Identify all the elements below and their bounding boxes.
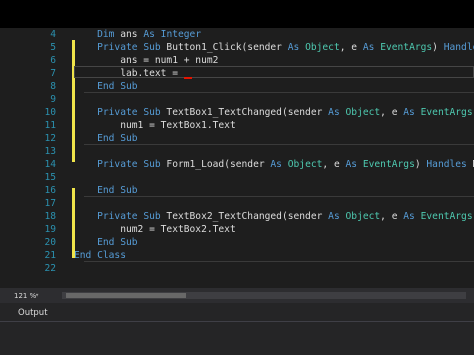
line-number: 10	[44, 107, 56, 118]
code-token: , e	[322, 159, 346, 170]
code-text[interactable]: Private Sub TextBox2_TextChanged(sender …	[74, 210, 474, 223]
line-number: 4	[50, 29, 56, 40]
type-token: EventArgs	[420, 211, 473, 222]
code-text[interactable]: num2 = TextBox2.Text	[74, 223, 236, 236]
type-token: EventArgs	[362, 159, 415, 170]
line-number: 17	[44, 198, 56, 209]
keyword-token: As	[328, 211, 340, 222]
code-text[interactable]: num1 = TextBox1.Text	[74, 119, 236, 132]
code-token: , e	[339, 42, 363, 53]
keyword-token: As	[287, 42, 300, 53]
keyword-token: Dim	[97, 29, 115, 40]
keyword-token: End Sub	[97, 185, 138, 196]
type-token: Object	[305, 42, 340, 53]
type-token: Object	[345, 211, 381, 222]
line-number: 20	[44, 237, 56, 248]
code-line[interactable]: 15	[0, 171, 474, 184]
line-number: 7	[50, 68, 56, 79]
zoom-level[interactable]: 121 %	[14, 292, 36, 300]
line-number: 8	[50, 81, 56, 92]
code-token: ans	[114, 29, 144, 40]
code-token: )	[432, 42, 444, 53]
keyword-token: Handles	[443, 42, 474, 53]
keyword-token: Private Sub	[97, 42, 161, 53]
code-token: MyBa	[467, 159, 474, 170]
current-line-highlight	[74, 66, 474, 78]
code-text[interactable]: Private Sub Button1_Click(sender As Obje…	[74, 41, 474, 54]
output-divider	[0, 321, 474, 322]
line-number: 5	[50, 42, 56, 53]
code-token: num2 = TextBox2.Text	[74, 224, 236, 235]
line-number: 14	[44, 159, 56, 170]
line-number: 16	[44, 185, 56, 196]
output-panel-title[interactable]: Output	[18, 308, 48, 318]
chevron-down-icon[interactable]: ▾	[35, 291, 39, 299]
type-token: EventArgs	[380, 42, 433, 53]
code-editor[interactable]: 4 Dim ans As Integer 5 Private Sub Button…	[0, 28, 474, 288]
code-text[interactable]: Private Sub TextBox1_TextChanged(sender …	[74, 106, 474, 119]
keyword-token: As	[403, 211, 415, 222]
code-text[interactable]: Dim ans As Integer	[74, 28, 201, 41]
keyword-token: End Sub	[97, 237, 138, 248]
keyword-token: As	[143, 29, 155, 40]
change-marker-bar	[72, 92, 75, 162]
line-number: 12	[44, 133, 56, 144]
code-token: , e	[380, 211, 404, 222]
line-number: 15	[44, 172, 56, 183]
code-token: TextBox2_TextChanged(sender	[160, 211, 329, 222]
line-number: 11	[44, 120, 56, 131]
keyword-token: Handles	[426, 159, 467, 170]
line-number: 9	[50, 94, 56, 105]
scrollbar-thumb[interactable]	[66, 293, 186, 298]
keyword-token: End Sub	[97, 133, 138, 144]
code-text[interactable]: End Sub	[74, 236, 138, 249]
line-number: 19	[44, 224, 56, 235]
code-token: num1 = TextBox1.Text	[74, 120, 236, 131]
keyword-token: End Class	[74, 250, 126, 261]
keyword-token: Private Sub	[97, 211, 161, 222]
code-token: ans = num1 + num2	[74, 55, 219, 66]
line-number: 6	[50, 55, 56, 66]
keyword-token: As	[328, 107, 340, 118]
keyword-token: Private Sub	[97, 107, 161, 118]
keyword-token: Private Sub	[97, 159, 161, 170]
type-token: Object	[345, 107, 381, 118]
code-line[interactable]: 22	[0, 262, 474, 275]
change-marker-bar	[72, 188, 75, 258]
keyword-token: As	[270, 159, 282, 170]
type-token: EventArgs	[420, 107, 473, 118]
line-number: 22	[44, 263, 56, 274]
code-token: TextBox1_TextChanged(sender	[160, 107, 329, 118]
editor-status-bar: 121 % ▾	[0, 288, 474, 303]
keyword-token: As	[362, 42, 375, 53]
keyword-token: Integer	[160, 29, 202, 40]
keyword-token: As	[345, 159, 358, 170]
code-token: , e	[380, 107, 404, 118]
keyword-token: End Sub	[97, 81, 138, 92]
error-squiggle	[184, 77, 192, 79]
output-panel: Output	[0, 303, 474, 355]
code-token: Button1_Click(sender	[160, 42, 288, 53]
code-token: )	[414, 159, 427, 170]
line-number: 18	[44, 211, 56, 222]
type-token: Object	[287, 159, 323, 170]
code-text[interactable]: Private Sub Form1_Load(sender As Object,…	[74, 158, 474, 171]
line-number: 13	[44, 146, 56, 157]
keyword-token: As	[403, 107, 415, 118]
code-token: Form1_Load(sender	[160, 159, 271, 170]
line-number: 21	[44, 250, 56, 261]
